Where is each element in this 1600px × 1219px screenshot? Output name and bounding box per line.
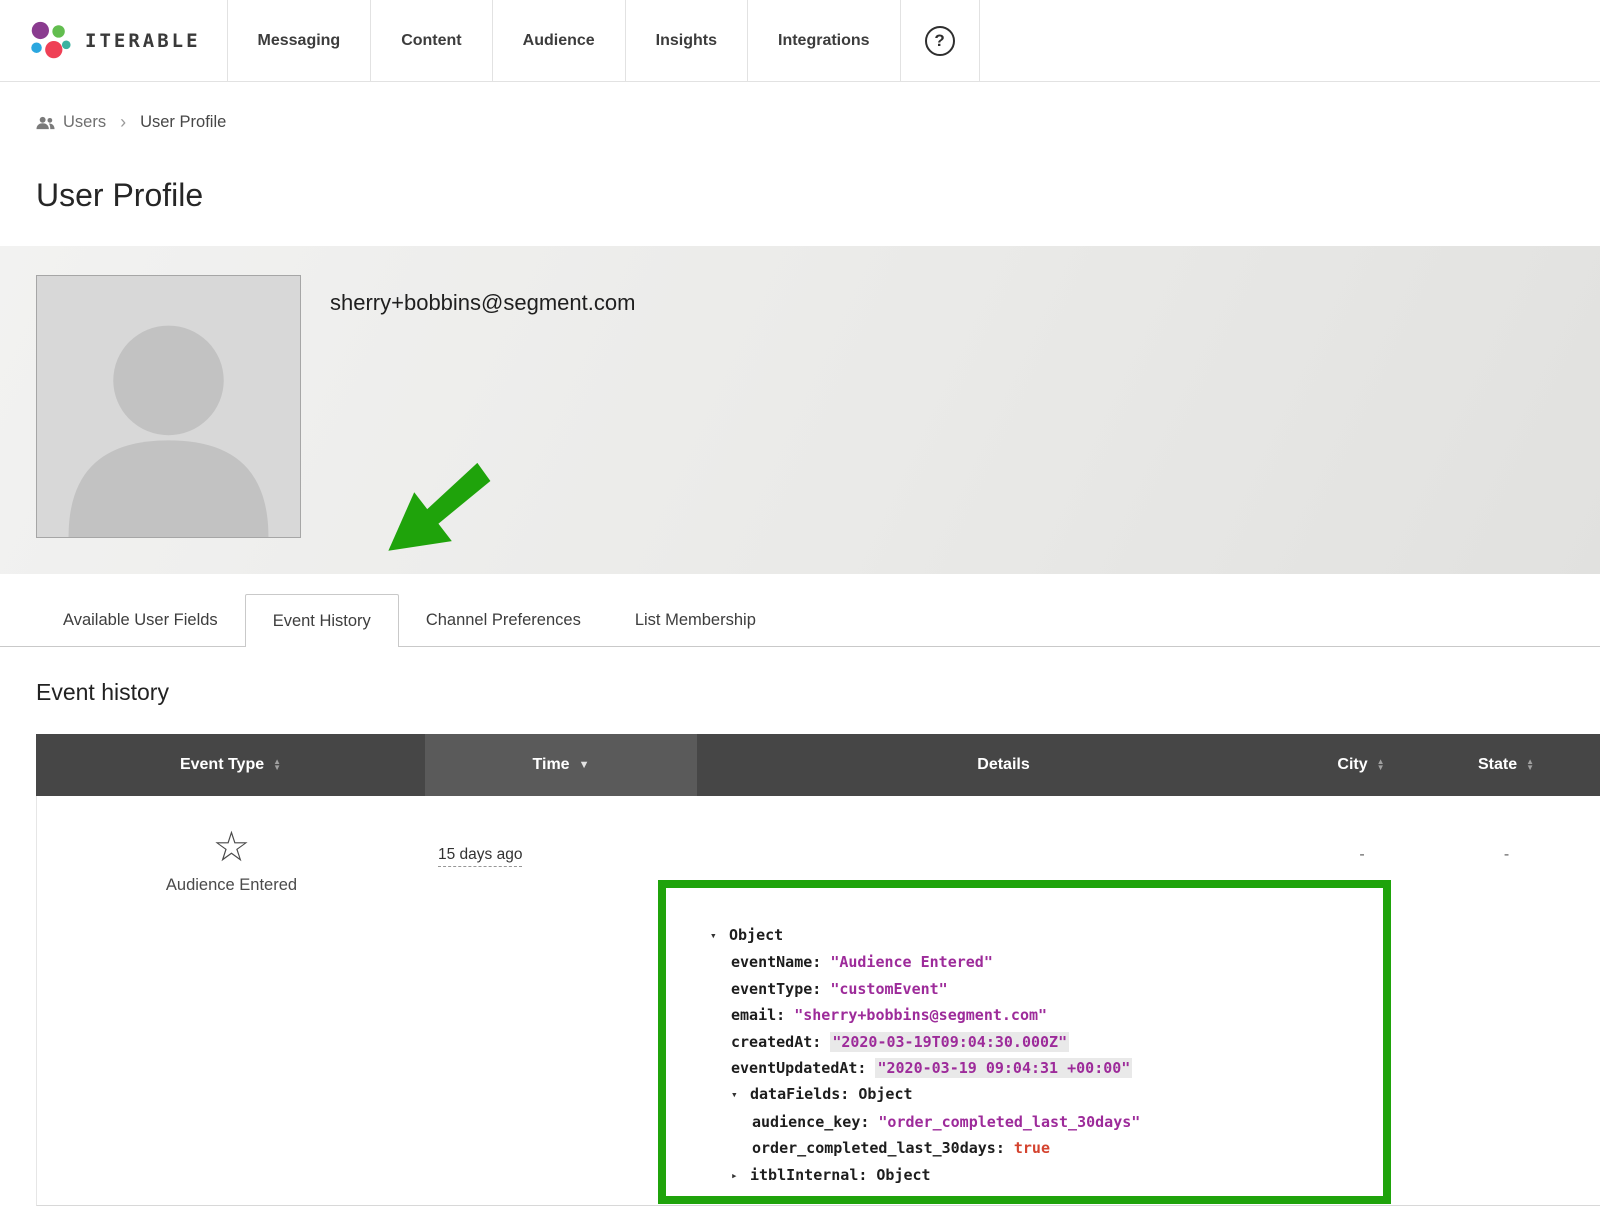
column-header-city-label: City — [1337, 756, 1367, 774]
table-header-row: Event Type ▲▼ Time ▼ Details City ▲▼ Sta… — [36, 734, 1600, 796]
event-history-heading: Event history — [36, 679, 1600, 706]
tab-available-user-fields[interactable]: Available User Fields — [36, 594, 245, 646]
json-line: eventUpdatedAt:"2020-03-19 09:04:31 +00:… — [731, 1055, 1369, 1081]
event-type-label: Audience Entered — [37, 876, 426, 895]
sort-icon: ▲▼ — [273, 759, 281, 772]
iterable-logo[interactable]: ITERABLE — [0, 0, 227, 81]
help-icon: ? — [925, 26, 955, 56]
users-icon — [36, 116, 55, 130]
column-header-city[interactable]: City ▲▼ — [1310, 734, 1412, 796]
column-header-details-label: Details — [977, 756, 1029, 774]
relative-time[interactable]: 15 days ago — [438, 846, 522, 867]
user-profile-page: ITERABLE Messaging Content Audience Insi… — [0, 0, 1600, 1219]
json-line: ▾dataFields:Object — [731, 1081, 1369, 1108]
nav-item-messaging[interactable]: Messaging — [227, 0, 371, 81]
profile-banner: sherry+bobbins@segment.com — [0, 246, 1600, 574]
help-button[interactable]: ? — [900, 0, 980, 81]
json-line: createdAt:"2020-03-19T09:04:30.000Z" — [731, 1029, 1369, 1055]
column-header-event-type[interactable]: Event Type ▲▼ — [36, 734, 425, 796]
event-type-cell: ☆ Audience Entered — [37, 796, 426, 1205]
collapse-icon[interactable]: ▾ — [710, 923, 729, 949]
profile-tabs: Available User Fields Event History Chan… — [0, 594, 1600, 647]
sort-icon: ▲▼ — [1526, 759, 1534, 772]
nav-item-audience[interactable]: Audience — [492, 0, 625, 81]
breadcrumb: Users › User Profile — [0, 82, 1600, 133]
collapse-icon[interactable]: ▾ — [731, 1082, 750, 1108]
tab-event-history[interactable]: Event History — [245, 594, 399, 647]
page-title: User Profile — [36, 177, 1600, 214]
brand-name: ITERABLE — [85, 30, 201, 52]
json-line: audience_key:"order_completed_last_30day… — [752, 1109, 1369, 1135]
profile-email: sherry+bobbins@segment.com — [330, 290, 635, 316]
star-icon: ☆ — [37, 826, 426, 868]
json-line: ▸itblInternal:Object — [731, 1162, 1369, 1189]
column-header-time-label: Time — [533, 756, 570, 774]
nav-item-insights[interactable]: Insights — [625, 0, 747, 81]
state-cell: - — [1413, 796, 1600, 1205]
column-header-state[interactable]: State ▲▼ — [1412, 734, 1600, 796]
iterable-logo-icon — [26, 18, 72, 64]
json-line: eventType:"customEvent" — [731, 976, 1369, 1002]
event-row: ☆ Audience Entered 15 days ago - - ▾Obje… — [36, 796, 1600, 1206]
json-line: order_completed_last_30days:true — [752, 1135, 1369, 1161]
expand-icon[interactable]: ▸ — [731, 1163, 750, 1189]
breadcrumb-users-link[interactable]: Users — [36, 113, 106, 132]
breadcrumb-users-label: Users — [63, 113, 106, 132]
breadcrumb-current: User Profile — [140, 113, 226, 132]
breadcrumb-separator: › — [120, 112, 126, 133]
column-header-state-label: State — [1478, 756, 1517, 774]
avatar-placeholder-icon — [37, 276, 300, 537]
column-header-event-type-label: Event Type — [180, 756, 264, 774]
nav-item-integrations[interactable]: Integrations — [747, 0, 900, 81]
json-line: email:"sherry+bobbins@segment.com" — [731, 1002, 1369, 1028]
annotation-highlight-box: ▾Object eventName:"Audience Entered" eve… — [658, 880, 1391, 1204]
tab-channel-preferences[interactable]: Channel Preferences — [399, 594, 608, 646]
sort-desc-icon: ▼ — [579, 759, 590, 771]
nav-item-content[interactable]: Content — [370, 0, 491, 81]
column-header-time[interactable]: Time ▼ — [425, 734, 697, 796]
column-header-details: Details — [697, 734, 1310, 796]
sort-icon: ▲▼ — [1377, 759, 1385, 772]
avatar — [36, 275, 301, 538]
json-line: eventName:"Audience Entered" — [731, 949, 1369, 975]
json-line: ▾Object — [710, 922, 1369, 949]
top-nav: ITERABLE Messaging Content Audience Insi… — [0, 0, 1600, 82]
event-history-table: Event Type ▲▼ Time ▼ Details City ▲▼ Sta… — [36, 734, 1600, 1206]
tab-list-membership[interactable]: List Membership — [608, 594, 783, 646]
